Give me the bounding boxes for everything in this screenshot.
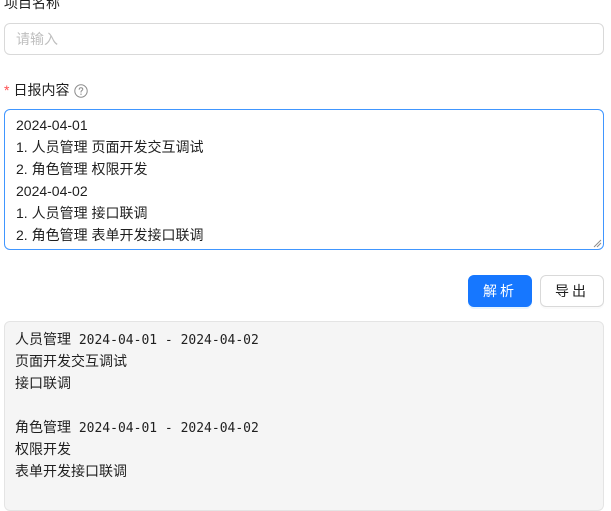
daily-report-textarea[interactable]: 2024-04-01 1. 人员管理 页面开发交互调试 2. 角色管理 权限开发 20… xyxy=(4,109,604,250)
daily-report-label-row: * 日报内容 xyxy=(4,79,88,101)
result-module-name: 角色管理 xyxy=(15,419,71,435)
daily-report-label: 日报内容 xyxy=(13,82,70,98)
required-mark: * xyxy=(4,82,10,98)
result-module-name: 人员管理 xyxy=(15,331,71,347)
daily-report-line: 1. 人员管理 页面开发交互调试 xyxy=(16,139,204,155)
daily-report-line: 2024-04-01 xyxy=(16,117,88,133)
question-circle-icon[interactable] xyxy=(73,83,88,98)
result-date-range: 2024-04-01 - 2024-04-02 xyxy=(71,333,259,348)
export-button[interactable]: 导出 xyxy=(540,275,604,307)
parse-result-panel: 人员管理 2024-04-01 - 2024-04-02 页面开发交互调试 接口联调… xyxy=(4,321,604,511)
result-task: 页面开发交互调试 xyxy=(15,353,127,369)
result-task: 接口联调 xyxy=(15,375,71,391)
result-group-header: 角色管理 2024-04-01 - 2024-04-02 xyxy=(15,416,593,438)
resize-handle-icon[interactable] xyxy=(592,238,602,248)
daily-report-line: 2. 角色管理 表单开发接口联调 xyxy=(16,227,204,243)
result-date-range: 2024-04-01 - 2024-04-02 xyxy=(71,421,259,436)
result-spacer xyxy=(15,394,593,416)
result-task: 权限开发 xyxy=(15,441,71,457)
daily-report-line: 2024-04-02 xyxy=(16,183,88,199)
project-name-label: 项目名称 xyxy=(4,0,60,11)
daily-report-text[interactable]: 2024-04-01 1. 人员管理 页面开发交互调试 2. 角色管理 权限开发 20… xyxy=(5,110,603,249)
project-name-input[interactable] xyxy=(4,23,604,55)
result-group-header: 人员管理 2024-04-01 - 2024-04-02 xyxy=(15,328,593,350)
result-task: 表单开发接口联调 xyxy=(15,463,127,479)
daily-report-line: 2. 角色管理 权限开发 xyxy=(16,161,148,177)
parse-button[interactable]: 解析 xyxy=(468,275,532,307)
daily-report-line: 1. 人员管理 接口联调 xyxy=(16,205,148,221)
